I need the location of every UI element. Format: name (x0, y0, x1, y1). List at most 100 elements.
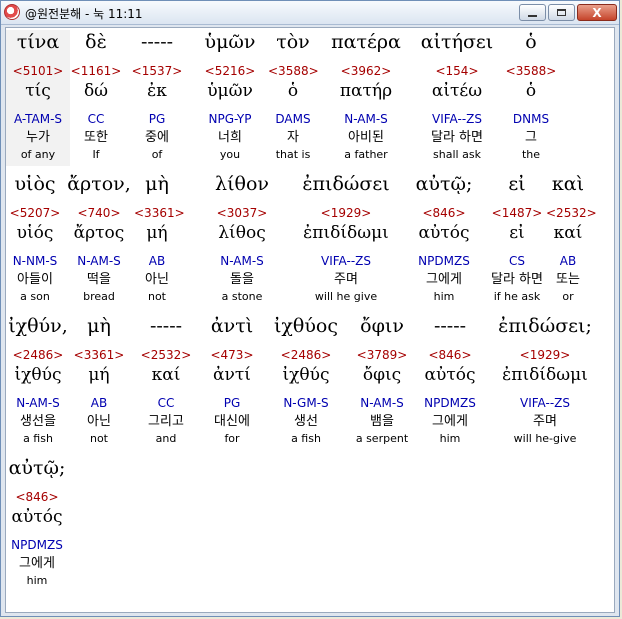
parsing-code: N-NM-S (12, 254, 58, 268)
word-cell[interactable]: μὴ <3361> μή AB 아닌 not (70, 314, 128, 450)
lexical-form: αἰτέω (431, 81, 483, 101)
strong-number: <5216> (204, 64, 256, 78)
greek-word: μὴ (145, 173, 169, 195)
verse-row: υἱὸς <5207> υἱός N-NM-S 아들이 a son ἄρτον, <740> ἄ… (6, 172, 614, 312)
strong-number: <3789> (356, 348, 408, 362)
korean-gloss: 달라 하면 (431, 130, 483, 145)
greek-word: αὐτῷ; (8, 457, 66, 479)
word-cell[interactable]: ἄρτον, <740> ἄρτος N-AM-S 떡을 bread (64, 172, 134, 308)
word-cell[interactable]: τὸν <3588> ὁ DAMS 자 that is (268, 30, 319, 166)
parsing-code: PG (148, 112, 166, 126)
word-cell[interactable]: ἰχθύν, <2486> ἰχθύς N-AM-S 생선을 a fish (6, 314, 70, 450)
parsing-code: NPDMZS (11, 538, 63, 552)
strong-number: <846> (428, 348, 472, 362)
lexical-form: μή (88, 365, 110, 385)
parsing-code: DAMS (275, 112, 311, 126)
greek-word: τίνα (16, 31, 60, 53)
word-cell[interactable]: αἰτήσει <154> αἰτέω VIFA--ZS 달라 하면 shall ask (414, 30, 500, 166)
close-button[interactable]: X (577, 4, 617, 21)
lexical-form: αὐτός (418, 223, 470, 243)
verse-row: ἰχθύν, <2486> ἰχθύς N-AM-S 생선을 a fish μὴ <3361>… (6, 314, 614, 454)
parsing-code: CS (509, 254, 525, 268)
lexical-form: ἰχθύς (14, 365, 62, 385)
word-cell[interactable]: ----- <846> αὐτός NPDMZS 그에게 him (420, 314, 480, 450)
minimize-button[interactable] (519, 4, 546, 21)
word-cell[interactable]: λίθον <3037> λίθος N-AM-S 돌을 a stone (200, 172, 284, 308)
word-cell[interactable]: μὴ <3361> μή AB 아닌 not (134, 172, 185, 308)
korean-gloss: 누가 (26, 130, 50, 145)
english-gloss: a fish (23, 432, 53, 445)
word-cell[interactable]: υἱὸς <5207> υἱός N-NM-S 아들이 a son (6, 172, 64, 308)
korean-gloss: 그에게 (19, 556, 55, 571)
parsing-code: CC (157, 396, 175, 410)
parsing-code: NPG-YP (208, 112, 252, 126)
maximize-button[interactable] (548, 4, 575, 21)
word-cell[interactable]: ὑμῶν <5216> ὑμῶν NPG-YP 너희 you (192, 30, 268, 166)
lexical-form: ὁ (287, 81, 299, 101)
word-cell[interactable]: πατέρα <3962> πατήρ N-AM-S 아비된 a father (318, 30, 414, 166)
strong-number: <1161> (70, 64, 122, 78)
strong-number: <3962> (340, 64, 392, 78)
parsing-code: N-AM-S (344, 112, 388, 126)
lexical-form: καί (553, 223, 583, 243)
word-cell[interactable]: ἐπιδώσει <1929> ἐπιδίδωμι VIFA--ZS 주며 will he… (292, 172, 400, 308)
strong-number: <1929> (320, 206, 372, 220)
english-gloss: him (433, 290, 455, 303)
word-cell[interactable]: ἀντὶ <473> ἀντί PG 대신에 for (204, 314, 260, 450)
korean-gloss: 주며 (334, 272, 358, 287)
lexical-form: ἐπιδίδωμι (303, 223, 389, 243)
korean-gloss: 달라 하면 (491, 272, 543, 287)
english-gloss: If (92, 148, 100, 161)
word-cell[interactable]: δὲ <1161> δώ CC 또한 If (70, 30, 122, 166)
app-icon[interactable] (4, 4, 20, 20)
interlinear-pane[interactable]: τίνα <5101> τίς A-TAM-S 누가 of any δὲ <1161> δώ CC… (5, 27, 615, 613)
english-gloss: a son (20, 290, 50, 303)
parsing-code: N-AM-S (360, 396, 404, 410)
english-gloss: that is (275, 148, 311, 161)
parsing-code: N-AM-S (77, 254, 121, 268)
strong-number: <1929> (519, 348, 571, 362)
parsing-code: VIFA--ZS (432, 112, 482, 126)
strong-number: <1537> (131, 64, 183, 78)
title-bar[interactable]: @원전분해 - 눅 11:11 X (1, 1, 619, 25)
greek-word: δὲ (85, 31, 107, 53)
word-cell[interactable]: αὐτῷ; <846> αὐτός NPDMZS 그에게 him (6, 456, 68, 592)
korean-gloss: 그에게 (432, 414, 468, 429)
english-gloss: a stone (221, 290, 263, 303)
korean-gloss: 아비된 (348, 130, 384, 145)
english-gloss: a serpent (355, 432, 409, 445)
greek-word: ἐπιδώσει; (498, 315, 592, 337)
parsing-code: N-GM-S (283, 396, 329, 410)
greek-word: ὑμῶν (204, 31, 256, 53)
greek-word: ----- (433, 315, 467, 337)
strong-number: <5207> (9, 206, 61, 220)
word-cell[interactable]: ----- <1537> ἐκ PG 중에 of (122, 30, 192, 166)
word-cell[interactable]: τίνα <5101> τίς A-TAM-S 누가 of any (6, 30, 70, 166)
word-cell[interactable]: ἰχθύος <2486> ἰχθύς N-GM-S 생선 a fish (268, 314, 344, 450)
strong-number: <3588> (268, 64, 319, 78)
word-cell[interactable]: αὐτῷ; <846> αὐτός NPDMZS 그에게 him (400, 172, 488, 308)
strong-number: <154> (435, 64, 479, 78)
korean-gloss: 대신에 (214, 414, 250, 429)
window-title: @원전분해 - 눅 11:11 (25, 7, 143, 21)
greek-word: μὴ (87, 315, 111, 337)
korean-gloss: 생선을 (20, 414, 56, 429)
word-cell[interactable]: ----- <2532> καί CC 그리고 and (128, 314, 204, 450)
word-cell[interactable]: ὁ <3588> ὁ DNMS 그 the (500, 30, 562, 166)
lexical-form: αὐτός (11, 507, 63, 527)
english-gloss: for (224, 432, 240, 445)
word-cell[interactable]: ὄφιν <3789> ὄφις N-AM-S 뱀을 a serpent (344, 314, 420, 450)
word-cell[interactable]: ἐπιδώσει; <1929> ἐπιδίδωμι VIFA--ZS 주며 will h… (480, 314, 610, 450)
greek-word: ὄφιν (360, 315, 404, 337)
word-cell[interactable]: εἰ <1487> εἰ CS 달라 하면 if he ask (488, 172, 546, 308)
strong-number: <740> (77, 206, 121, 220)
korean-gloss: 아들이 (17, 272, 53, 287)
strong-number: <2532> (546, 206, 597, 220)
parsing-code: PG (223, 396, 241, 410)
greek-word: ἐπιδώσει (302, 173, 390, 195)
english-gloss: a fish (291, 432, 321, 445)
word-cell[interactable]: καὶ <2532> καί AB 또는 or (546, 172, 597, 308)
greek-word: τὸν (276, 31, 310, 53)
greek-word: ----- (140, 31, 174, 53)
lexical-form: μή (146, 223, 168, 243)
